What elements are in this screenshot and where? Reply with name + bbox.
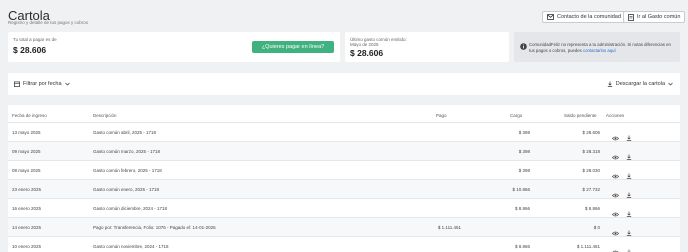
table-row: 08 mayo 2025 Gasto común febrero, 2025 - … [8, 160, 680, 179]
chevron-down-icon [64, 82, 70, 86]
row-description: Pago por: Transferencia, Folio: 1076 - P… [93, 225, 216, 230]
header-balance: Saldo pendiente [564, 113, 597, 118]
view-icon[interactable] [612, 242, 619, 252]
header-date: Fecha de ingreso [12, 113, 47, 118]
contact-admin-link[interactable]: contactarlos aquí [583, 48, 616, 53]
contact-community-button[interactable]: Contacto de la comunidad [542, 11, 626, 23]
last-expense-amount: $ 28.606 [350, 48, 384, 58]
page-subtitle: Registro y detalle de tus pagos y cobros [8, 20, 89, 25]
row-balance: $ 28.318 [582, 149, 600, 154]
row-charge: $ 398 [518, 149, 530, 154]
row-balance: $ 1.111.451 [576, 244, 600, 249]
row-date: 16 enero 2025 [12, 206, 42, 211]
row-date: 23 enero 2025 [12, 187, 42, 192]
row-date: 14 enero 2025 [12, 225, 42, 230]
row-date: 08 mayo 2025 [12, 168, 41, 173]
download-statement-button[interactable]: Descargar la cartola [607, 81, 673, 87]
document-icon [628, 13, 634, 21]
row-description: Gasto común noviembre, 2024 - 1718 [93, 244, 169, 249]
disclaimer-text: ComunidadFeliz no representa a tu admini… [529, 42, 677, 53]
last-expense-period: Mayo de 2025 [350, 42, 379, 47]
table-row: 13 mayo 2025 Gasto común abril, 2025 - 17… [8, 122, 680, 141]
download-icon[interactable] [626, 242, 632, 252]
total-to-pay-label: Tu total a pagar es de [13, 37, 57, 42]
row-date: 10 enero 2025 [12, 244, 42, 249]
row-description: Gasto común febrero, 2025 - 1718 [93, 168, 162, 173]
header-actions: Acciones [606, 113, 625, 118]
row-charge: $ 8.866 [514, 206, 530, 211]
table-row: 10 enero 2025 Gasto común noviembre, 2024… [8, 236, 680, 252]
info-icon [520, 43, 527, 50]
download-statement-label: Descargar la cartola [615, 81, 665, 87]
disclaimer-box: ComunidadFeliz no representa a tu admini… [514, 32, 680, 62]
row-balance: $ 8.866 [584, 206, 600, 211]
row-description: Gasto común abril, 2025 - 1718 [93, 130, 157, 135]
pay-online-button[interactable]: ¿Quieres pagar en línea? [252, 41, 334, 53]
row-balance: $ 0 [593, 225, 600, 230]
row-charge: $ 8.866 [514, 244, 530, 249]
download-icon [607, 81, 612, 87]
row-balance: $ 28.030 [582, 168, 600, 173]
mail-icon [547, 14, 554, 20]
filter-by-date-button[interactable]: Filtrar por fecha [14, 81, 70, 87]
goto-common-expense-label: Ir al Gasto común [637, 14, 681, 20]
row-charge: $ 10.866 [512, 187, 530, 192]
row-balance: $ 27.732 [582, 187, 600, 192]
row-date: 13 mayo 2025 [12, 130, 41, 135]
row-description: Gasto común marzo, 2025 - 1718 [93, 149, 161, 154]
goto-common-expense-button[interactable]: Ir al Gasto común [623, 11, 686, 23]
total-to-pay-amount: $ 28.606 [13, 45, 47, 55]
header-payment: Pago [436, 113, 447, 118]
table-row: 23 enero 2025 Gasto común enero, 2025 - 1… [8, 179, 680, 198]
table-row: 09 mayo 2025 Gasto común marzo, 2025 - 17… [8, 141, 680, 160]
contact-community-label: Contacto de la comunidad [557, 14, 621, 20]
statement-table: Fecha de ingreso Descripción Pago Cargo … [8, 105, 680, 252]
row-charge: $ 398 [518, 130, 530, 135]
last-expense-card: Último gasto común emitido: Mayo de 2025… [345, 32, 509, 62]
chevron-down-icon [668, 82, 673, 86]
row-balance: $ 28.606 [582, 130, 600, 135]
row-date: 09 mayo 2025 [12, 149, 41, 154]
filter-by-date-label: Filtrar por fecha [23, 81, 62, 87]
row-actions [612, 242, 632, 252]
row-payment: $ 1.111.451 [437, 225, 461, 230]
table-row: 14 enero 2025 Pago por: Transferencia, Fo… [8, 217, 680, 236]
filter-bar: Filtrar por fecha Descargar la cartola [8, 73, 680, 95]
row-description: Gasto común diciembre, 2024 - 1718 [93, 206, 168, 211]
row-description: Gasto común enero, 2025 - 1718 [93, 187, 160, 192]
row-charge: $ 398 [518, 168, 530, 173]
header-description: Descripción [93, 113, 117, 118]
table-row: 16 enero 2025 Gasto común diciembre, 2024… [8, 198, 680, 217]
calendar-icon [14, 81, 20, 87]
header-charge: Cargo [510, 113, 523, 118]
